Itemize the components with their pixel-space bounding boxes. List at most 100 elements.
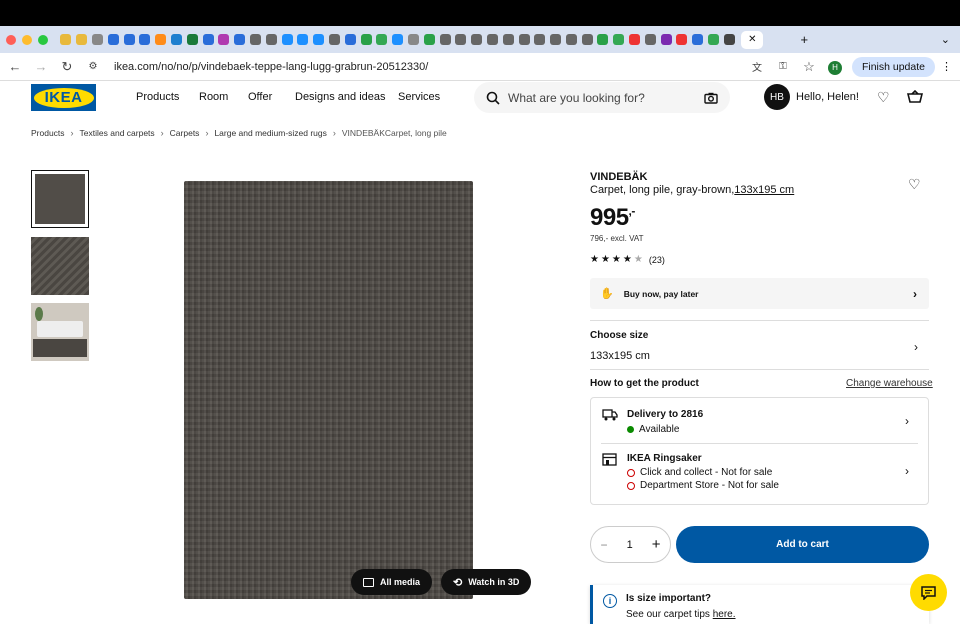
product-image-rug[interactable] bbox=[184, 181, 473, 599]
quantity-value[interactable]: 1 bbox=[627, 539, 633, 551]
minimize-window-button[interactable] bbox=[22, 34, 32, 45]
menu-products[interactable]: Products bbox=[136, 91, 179, 103]
thumbnail-rug-closeup[interactable] bbox=[31, 237, 89, 295]
browser-tab[interactable] bbox=[58, 31, 74, 49]
profile-icon[interactable]: H bbox=[824, 58, 846, 75]
chevron-right-icon[interactable]: › bbox=[905, 414, 909, 428]
browser-tab[interactable] bbox=[74, 31, 90, 49]
buy-now-pay-later-banner[interactable]: ✋ Buy now, pay later › bbox=[590, 278, 929, 309]
camera-icon[interactable] bbox=[704, 92, 718, 104]
menu-offer[interactable]: Offer bbox=[248, 91, 272, 103]
forward-icon[interactable]: → bbox=[30, 59, 52, 74]
active-tab-close-icon[interactable]: ✕ bbox=[741, 30, 764, 49]
browser-tab[interactable] bbox=[516, 31, 532, 49]
browser-tab[interactable] bbox=[327, 31, 343, 49]
browser-tab[interactable] bbox=[279, 31, 295, 49]
browser-tab[interactable] bbox=[642, 31, 658, 49]
new-tab-button[interactable]: + bbox=[793, 31, 815, 49]
product-size-link[interactable]: 133x195 cm bbox=[734, 184, 794, 196]
browser-tab[interactable] bbox=[358, 31, 374, 49]
rating[interactable]: ★★★★★ (23) bbox=[590, 254, 665, 265]
browser-tab[interactable] bbox=[595, 31, 611, 49]
reload-icon[interactable]: ↻ bbox=[56, 59, 78, 75]
browser-tab[interactable] bbox=[374, 31, 390, 49]
browser-tab[interactable] bbox=[453, 31, 469, 49]
chat-button[interactable] bbox=[910, 574, 947, 611]
increase-quantity-button[interactable]: + bbox=[652, 536, 661, 553]
browser-tab[interactable] bbox=[248, 31, 264, 49]
tip-link[interactable]: here. bbox=[713, 609, 736, 620]
add-to-cart-button[interactable]: Add to cart bbox=[676, 526, 929, 563]
browser-tab[interactable] bbox=[390, 31, 406, 49]
browser-tab[interactable] bbox=[548, 31, 564, 49]
browser-tab[interactable] bbox=[721, 31, 737, 49]
thumbnail-rug-front[interactable] bbox=[31, 170, 89, 228]
browser-tab[interactable] bbox=[627, 31, 643, 49]
browser-tab[interactable] bbox=[611, 31, 627, 49]
browser-tab[interactable] bbox=[105, 31, 121, 49]
choose-size-value[interactable]: 133x195 cm bbox=[590, 350, 650, 362]
breadcrumb-textiles[interactable]: Textiles and carpets bbox=[80, 128, 155, 138]
browser-tab[interactable] bbox=[232, 31, 248, 49]
browser-tab[interactable] bbox=[184, 31, 200, 49]
breadcrumb-rugs[interactable]: Large and medium-sized rugs bbox=[214, 128, 326, 138]
browser-tab[interactable] bbox=[690, 31, 706, 49]
browser-tab[interactable] bbox=[706, 31, 722, 49]
menu-services[interactable]: Services bbox=[398, 91, 440, 103]
browser-tab[interactable] bbox=[485, 31, 501, 49]
choose-size-chevron-icon[interactable]: › bbox=[914, 340, 918, 354]
search-input[interactable]: What are you looking for? bbox=[508, 91, 704, 105]
menu-designs[interactable]: Designs and ideas bbox=[295, 91, 386, 103]
change-warehouse-link[interactable]: Change warehouse bbox=[846, 378, 933, 389]
site-info-icon[interactable]: ⚙ bbox=[82, 61, 104, 72]
browser-tab[interactable] bbox=[342, 31, 358, 49]
browser-tab[interactable] bbox=[406, 31, 422, 49]
browser-tab[interactable] bbox=[121, 31, 137, 49]
browser-tab[interactable] bbox=[564, 31, 580, 49]
browser-tab[interactable] bbox=[579, 31, 595, 49]
browser-tab[interactable] bbox=[295, 31, 311, 49]
browser-tab[interactable] bbox=[263, 31, 279, 49]
back-icon[interactable]: ← bbox=[4, 59, 26, 74]
favorites-heart-icon[interactable]: ♡ bbox=[877, 89, 890, 106]
browser-tab[interactable] bbox=[200, 31, 216, 49]
star-rating-icon: ★★★★★ bbox=[590, 254, 645, 265]
watch-3d-button[interactable]: ⟲ Watch in 3D bbox=[441, 569, 532, 595]
decrease-quantity-button[interactable]: − bbox=[601, 538, 608, 552]
translate-icon[interactable]: 文 bbox=[746, 59, 768, 74]
bookmark-star-icon[interactable]: ☆ bbox=[798, 59, 820, 75]
browser-tab[interactable] bbox=[674, 31, 690, 49]
delivery-row[interactable] bbox=[601, 398, 918, 444]
browser-tab[interactable] bbox=[216, 31, 232, 49]
browser-tab[interactable] bbox=[469, 31, 485, 49]
cart-basket-icon[interactable] bbox=[907, 90, 923, 104]
browser-tab[interactable] bbox=[500, 31, 516, 49]
ikea-logo[interactable]: IKEA bbox=[31, 84, 96, 111]
browser-tab[interactable] bbox=[532, 31, 548, 49]
thumbnail-room-scene[interactable] bbox=[31, 303, 89, 361]
browser-tab[interactable] bbox=[137, 31, 153, 49]
search-box[interactable]: What are you looking for? bbox=[474, 82, 730, 113]
close-window-button[interactable] bbox=[6, 34, 16, 45]
tab-list-icon[interactable]: ⌄ bbox=[941, 33, 950, 46]
maximize-window-button[interactable] bbox=[38, 34, 48, 45]
key-icon[interactable]: ⚿ bbox=[772, 61, 794, 72]
browser-tab[interactable] bbox=[153, 31, 169, 49]
breadcrumb-products[interactable]: Products bbox=[31, 128, 65, 138]
breadcrumb-carpets[interactable]: Carpets bbox=[170, 128, 200, 138]
save-to-favorites-heart-icon[interactable]: ♡ bbox=[908, 176, 921, 193]
browser-tab[interactable] bbox=[90, 31, 106, 49]
greeting[interactable]: Hello, Helen! bbox=[796, 91, 859, 103]
url-field[interactable]: ikea.com/no/no/p/vindebaek-teppe-lang-lu… bbox=[114, 61, 742, 73]
menu-room[interactable]: Room bbox=[199, 91, 228, 103]
browser-tab[interactable] bbox=[169, 31, 185, 49]
browser-tab[interactable] bbox=[311, 31, 327, 49]
chevron-right-icon[interactable]: › bbox=[905, 464, 909, 478]
browser-menu-icon[interactable]: ⋮ bbox=[941, 60, 952, 73]
browser-tab[interactable] bbox=[421, 31, 437, 49]
finish-update-button[interactable]: Finish update bbox=[851, 56, 935, 77]
browser-tab[interactable] bbox=[437, 31, 453, 49]
avatar[interactable]: HB bbox=[764, 84, 790, 110]
browser-tab[interactable] bbox=[658, 31, 674, 49]
all-media-button[interactable]: All media bbox=[351, 569, 433, 595]
